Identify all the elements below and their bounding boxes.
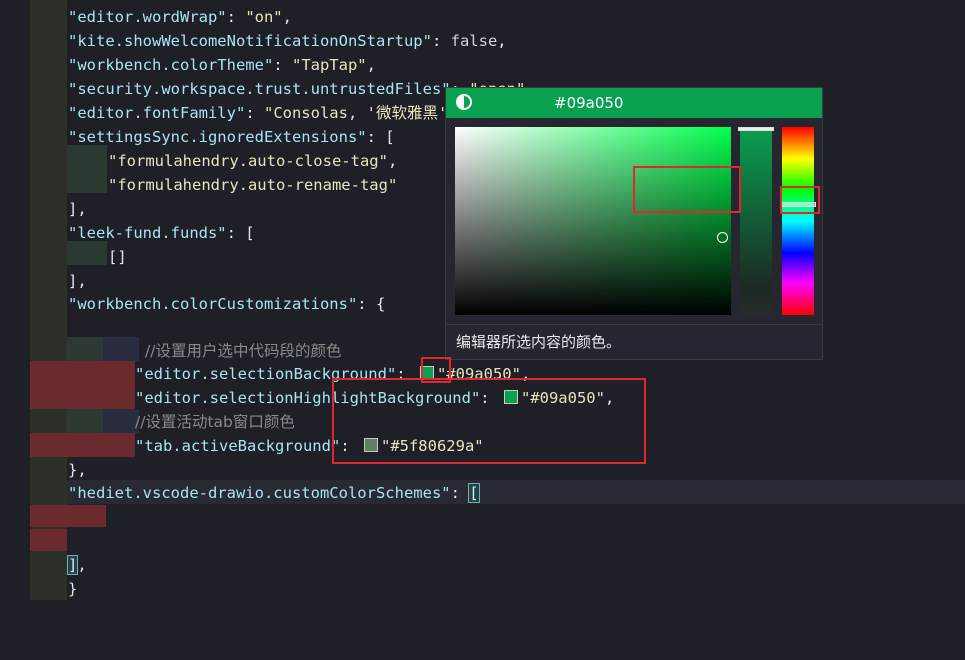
matching-bracket: ] — [66, 555, 79, 575]
code-line[interactable]: [] — [108, 245, 127, 269]
code-line[interactable]: ], — [68, 197, 87, 221]
hue-slider[interactable] — [782, 127, 814, 315]
opacity-slider-handle[interactable] — [738, 127, 774, 131]
saturation-box[interactable] — [455, 127, 731, 315]
indent-guide — [67, 337, 103, 361]
contrast-icon[interactable] — [456, 94, 472, 110]
code-line[interactable]: "workbench.colorTheme": "TapTap", — [68, 53, 376, 77]
code-comment[interactable]: //设置活动tab窗口颜色 — [135, 410, 295, 434]
annotation-box — [633, 166, 741, 213]
opacity-slider[interactable] — [740, 127, 772, 315]
code-line[interactable]: ], — [68, 269, 87, 293]
code-line[interactable]: } — [68, 577, 77, 601]
indent-guide — [30, 529, 67, 551]
indent-guide — [30, 433, 135, 457]
code-line[interactable]: ], — [66, 553, 87, 577]
code-line[interactable]: "hediet.vscode-drawio.customColorSchemes… — [68, 481, 480, 505]
code-comment[interactable]: //设置用户选中代码段的颜色 — [145, 339, 341, 363]
annotation-box — [332, 378, 646, 464]
indent-guide — [30, 505, 106, 527]
indent-guide — [103, 337, 139, 361]
indent-guide — [67, 409, 103, 433]
code-line[interactable]: }, — [68, 458, 87, 482]
code-line[interactable]: "workbench.colorCustomizations": { — [68, 292, 385, 316]
code-line[interactable]: "formulahendry.auto-rename-tag" — [108, 173, 397, 197]
code-line[interactable]: "editor.wordWrap": "on", — [68, 5, 292, 29]
code-line[interactable]: "settingsSync.ignoredExtensions": [ — [68, 125, 395, 149]
code-line[interactable]: "formulahendry.auto-close-tag", — [108, 149, 397, 173]
annotation-box — [780, 186, 820, 214]
color-hex-value[interactable]: #09a050 — [554, 94, 623, 112]
indent-guide — [67, 145, 107, 193]
code-line[interactable]: "kite.showWelcomeNotificationOnStartup":… — [68, 29, 507, 53]
indent-guide — [30, 361, 135, 409]
color-picker[interactable]: #09a050 编辑器所选内容的颜色。 — [445, 87, 823, 360]
color-picker-header[interactable]: #09a050 — [446, 88, 822, 118]
color-setting-description: 编辑器所选内容的颜色。 — [446, 324, 822, 358]
indent-guide — [103, 409, 139, 433]
saturation-cursor[interactable] — [717, 232, 728, 243]
code-line[interactable]: "editor.fontFamily": "Consolas, '微软雅黑'", — [68, 101, 466, 125]
matching-bracket: [ — [468, 483, 480, 503]
code-line[interactable]: "leek-fund.funds": [ — [68, 221, 255, 245]
